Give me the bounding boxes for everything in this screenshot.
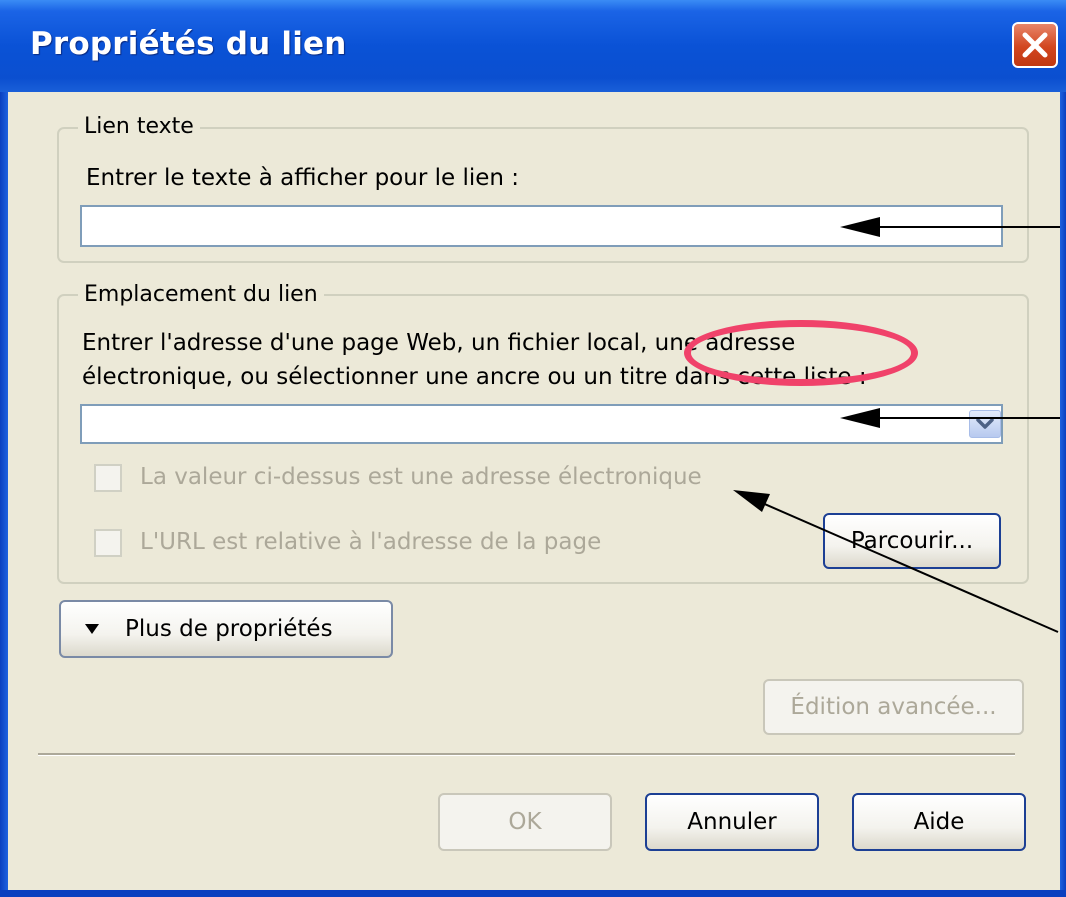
arrow-to-location-combobox bbox=[840, 408, 1060, 428]
link-properties-dialog: Propriétés du lien Lien texte Entrer le … bbox=[0, 0, 1066, 897]
arrow-to-link-text-input bbox=[840, 217, 1060, 237]
annotation-arrows bbox=[733, 217, 1060, 633]
arrow-to-email-checkbox-label bbox=[733, 490, 1059, 633]
